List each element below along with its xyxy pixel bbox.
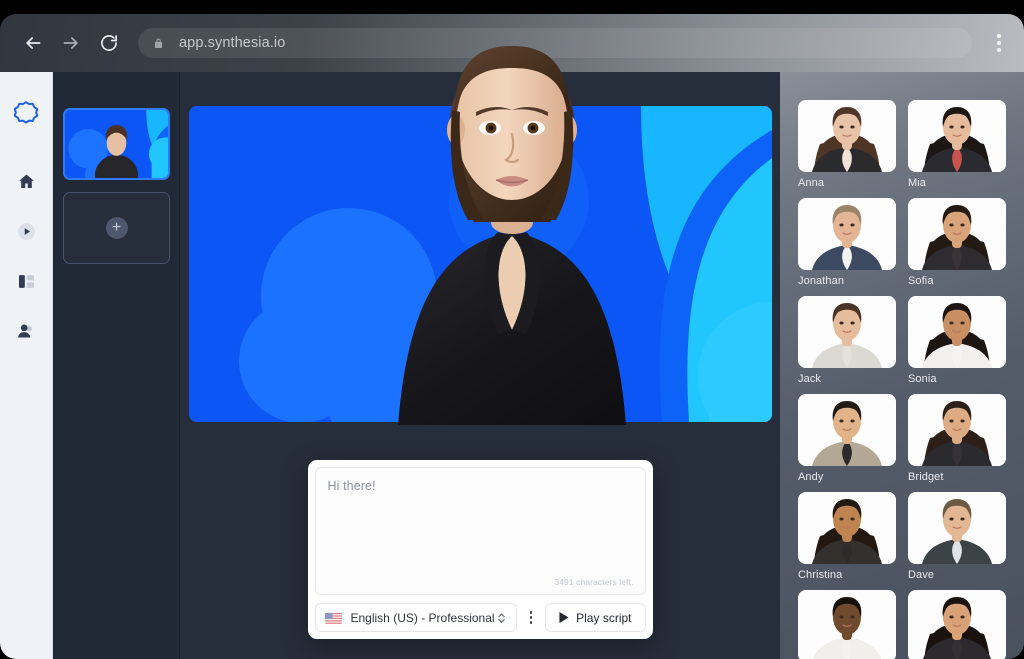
avatar-thumbnail bbox=[798, 492, 896, 564]
avatar-name: Anna bbox=[798, 177, 825, 189]
avatar-thumbnail bbox=[908, 100, 1006, 172]
avatar-card[interactable]: Jack bbox=[798, 296, 896, 387]
avatar-card[interactable]: Andy bbox=[798, 394, 896, 485]
avatar-card[interactable]: Bridget bbox=[908, 394, 1006, 485]
avatar-card[interactable]: Sonia bbox=[908, 296, 1006, 387]
avatar-thumbnail bbox=[798, 394, 896, 466]
script-card: Hi there! 3491 characters left. English … bbox=[307, 460, 653, 639]
avatar-thumbnail bbox=[908, 394, 1006, 466]
video-preview[interactable] bbox=[188, 106, 772, 422]
sidebar-item-templates[interactable] bbox=[9, 264, 43, 298]
synthesia-logo[interactable] bbox=[9, 96, 43, 130]
character-counter: 3491 characters left. bbox=[554, 577, 634, 587]
avatar-card[interactable]: Jonathan bbox=[798, 198, 896, 289]
avatar-name: Jack bbox=[798, 373, 822, 385]
avatar-card[interactable]: Sofia bbox=[908, 198, 1006, 289]
back-button[interactable] bbox=[14, 24, 52, 62]
avatar-card[interactable]: Anna bbox=[798, 100, 896, 191]
avatar-name: Mia bbox=[908, 177, 927, 189]
scenes-panel: + bbox=[53, 72, 180, 659]
play-icon bbox=[559, 612, 569, 623]
avatar-name: Sofia bbox=[908, 275, 934, 287]
app-viewport: + Hi there! 3491 characters left. Englis… bbox=[0, 72, 1024, 659]
sidebar-item-home[interactable] bbox=[9, 164, 43, 198]
avatar-name: Jonathan bbox=[798, 275, 845, 287]
language-label: English (US) - Professional bbox=[350, 610, 495, 625]
sidebar-item-avatars[interactable] bbox=[9, 314, 43, 348]
us-flag-icon bbox=[324, 611, 342, 624]
avatar-name: Dave bbox=[908, 569, 935, 581]
plus-icon: + bbox=[105, 217, 128, 239]
script-placeholder: Hi there! bbox=[327, 479, 376, 493]
play-script-button[interactable]: Play script bbox=[545, 603, 646, 632]
browser-toolbar: app.synthesia.io bbox=[0, 14, 1024, 72]
browser-window: app.synthesia.io + Hi there! 3491 charac… bbox=[0, 14, 1024, 659]
url-text: app.synthesia.io bbox=[179, 35, 286, 51]
script-input[interactable]: Hi there! 3491 characters left. bbox=[314, 467, 646, 595]
avatar-library-panel: Anna Mia Jonathan Sofia Jack Sonia Andy … bbox=[780, 72, 1024, 659]
reload-button[interactable] bbox=[90, 24, 128, 62]
kebab-menu-icon[interactable] bbox=[988, 28, 1010, 58]
avatar-thumbnail bbox=[908, 492, 1006, 564]
avatar-thumbnail bbox=[798, 296, 896, 368]
avatar-thumbnail bbox=[908, 198, 1006, 270]
sidebar-item-videos[interactable] bbox=[9, 214, 43, 248]
avatar-card[interactable]: Mia bbox=[908, 100, 1006, 191]
avatar-name: Bridget bbox=[908, 471, 944, 483]
add-scene-button[interactable]: + bbox=[63, 192, 170, 264]
more-options-button[interactable] bbox=[524, 603, 538, 632]
left-nav-rail bbox=[0, 72, 53, 659]
scene-thumbnail[interactable] bbox=[63, 108, 170, 180]
screenshot-stage: app.synthesia.io + Hi there! 3491 charac… bbox=[0, 0, 1024, 659]
avatar-name: Andy bbox=[798, 471, 824, 483]
avatar-card[interactable] bbox=[798, 590, 896, 659]
address-bar[interactable]: app.synthesia.io bbox=[138, 28, 972, 58]
avatar-card[interactable] bbox=[908, 590, 1006, 659]
avatar-card[interactable]: Dave bbox=[908, 492, 1006, 583]
avatar-thumbnail bbox=[798, 590, 896, 659]
language-select[interactable]: English (US) - Professional bbox=[314, 603, 518, 632]
play-script-label: Play script bbox=[576, 610, 632, 625]
avatar-thumbnail bbox=[908, 296, 1006, 368]
forward-button[interactable] bbox=[52, 24, 90, 62]
avatar-name: Sonia bbox=[908, 373, 937, 385]
chevron-updown-icon bbox=[496, 611, 507, 625]
avatar-thumbnail bbox=[798, 198, 896, 270]
avatar-card[interactable]: Christina bbox=[798, 492, 896, 583]
script-toolbar: English (US) - Professional Play script bbox=[314, 603, 646, 632]
avatar-name: Christina bbox=[798, 569, 843, 581]
avatar-grid: Anna Mia Jonathan Sofia Jack Sonia Andy … bbox=[798, 100, 1008, 659]
canvas-column: Hi there! 3491 characters left. English … bbox=[180, 72, 780, 659]
avatar-thumbnail bbox=[798, 100, 896, 172]
lock-icon bbox=[152, 37, 165, 50]
avatar-thumbnail bbox=[908, 590, 1006, 659]
